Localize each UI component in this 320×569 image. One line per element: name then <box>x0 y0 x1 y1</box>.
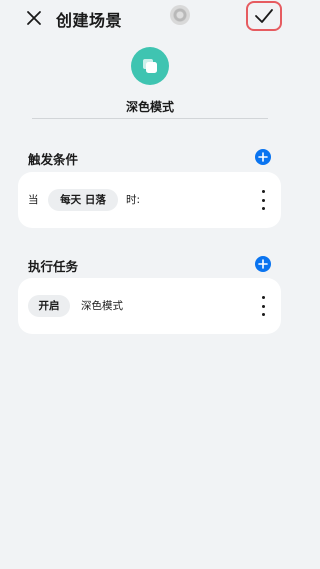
add-action-button[interactable] <box>255 256 271 272</box>
action-more-icon[interactable] <box>256 296 270 316</box>
plus-icon <box>258 259 268 269</box>
top-bar: 创建场景 <box>0 0 300 36</box>
add-trigger-button[interactable] <box>255 149 271 165</box>
trigger-prefix: 当 <box>28 194 39 206</box>
action-section-title: 执行任务 <box>28 259 79 274</box>
scene-copy-icon <box>143 59 157 73</box>
action-target-label: 深色模式 <box>81 300 123 312</box>
close-icon[interactable] <box>24 8 44 28</box>
plus-icon <box>258 152 268 162</box>
trigger-more-icon[interactable] <box>256 190 270 210</box>
record-indicator-icon <box>170 5 190 25</box>
action-state-pill[interactable]: 开启 <box>28 295 70 317</box>
trigger-section-title: 触发条件 <box>28 152 79 167</box>
confirm-button[interactable] <box>246 1 282 31</box>
scene-name-field[interactable]: 深色模式 <box>0 98 300 115</box>
scene-icon-button[interactable] <box>131 47 169 85</box>
trigger-card[interactable]: 当 每天 日落 时: <box>18 172 281 228</box>
action-card[interactable]: 开启 深色模式 <box>18 278 281 334</box>
page-title: 创建场景 <box>56 11 123 30</box>
scene-name-underline <box>32 118 268 119</box>
check-icon <box>255 9 273 23</box>
trigger-suffix: 时: <box>126 194 141 206</box>
trigger-time-pill[interactable]: 每天 日落 <box>48 189 118 211</box>
